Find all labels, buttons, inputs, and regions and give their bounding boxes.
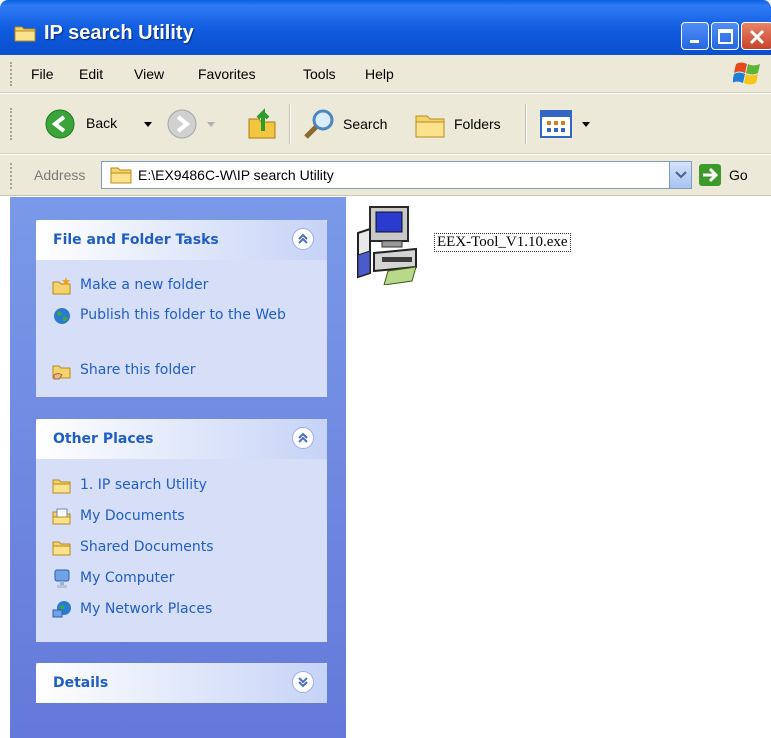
menu-file[interactable]: File [31,66,54,82]
back-label: Back [86,115,118,131]
menu-tools[interactable]: Tools [303,66,336,82]
dropdown-arrow-icon[interactable] [581,121,591,129]
menu-favorites[interactable]: Favorites [198,66,256,82]
chevron-down-icon [675,171,687,179]
menu-edit[interactable]: Edit [79,66,103,82]
address-label: Address [34,167,86,183]
menu-view[interactable]: View [134,66,164,82]
maximize-icon [718,29,733,44]
title-bar: IP search Utility [0,0,771,55]
standard-toolbar: Back Search Folders [0,94,771,154]
window-title: IP search Utility [44,22,194,44]
toolbar-separator [289,104,290,144]
place-label: Shared Documents [80,539,214,555]
dropdown-arrow-icon[interactable] [206,121,216,129]
other-places-panel: Other Places 1. IP search Utility My Doc… [36,419,327,642]
dropdown-arrow-icon[interactable] [143,121,153,129]
search-button[interactable]: Search [302,107,402,141]
installer-exe-icon [357,206,417,285]
maximize-button[interactable] [711,22,739,50]
task-pane: File and Folder Tasks Make a new folder … [10,197,346,738]
menu-grip[interactable] [10,62,12,86]
task-label: Make a new folder [80,277,209,293]
chevron-down-double-icon [298,677,308,688]
panel-header[interactable]: Details [36,663,327,703]
views-icon [540,110,572,138]
minimize-button[interactable] [681,22,709,50]
forward-arrow-icon [167,109,197,139]
address-dropdown-button[interactable] [669,162,691,188]
toolbar-separator [525,104,526,144]
task-label: Publish this folder to the Web [80,307,286,323]
panel-header[interactable]: Other Places [36,419,327,459]
collapse-button[interactable] [292,427,314,449]
file-name: EEX-Tool_V1.10.exe [434,233,571,252]
address-value: E:\EX9486C-W\IP search Utility [138,167,334,183]
up-folder-icon [248,108,276,139]
chevron-up-double-icon [298,432,308,443]
go-button[interactable] [699,164,721,186]
globe-icon [54,308,70,324]
place-label: 1. IP search Utility [80,477,207,493]
folders-icon [415,115,445,138]
folders-label: Folders [454,116,501,132]
place-label: My Documents [80,508,185,524]
details-panel: Details [36,663,327,703]
place-label: My Network Places [80,601,213,617]
chevron-up-double-icon [298,233,308,244]
panel-header[interactable]: File and Folder Tasks [36,220,327,260]
minimize-icon [690,40,699,43]
folder-icon [14,26,36,42]
search-label: Search [343,116,388,132]
address-input[interactable]: E:\EX9486C-W\IP search Utility [101,161,692,189]
menu-bar: File Edit View Favorites Tools Help [0,55,771,93]
search-icon [304,109,334,139]
expand-button[interactable] [292,671,314,693]
address-bar: Address E:\EX9486C-W\IP search Utility G… [0,155,771,196]
panel-title: File and Folder Tasks [53,232,219,248]
my-computer-icon [54,569,70,588]
folder-icon [52,479,71,494]
new-folder-icon [52,277,71,295]
share-folder-icon [52,365,71,380]
back-arrow-icon [45,109,75,139]
folder-icon [110,167,132,184]
menu-help[interactable]: Help [365,66,394,82]
back-button[interactable]: Back [44,108,162,140]
windows-logo-icon [733,62,760,85]
collapse-button[interactable] [292,228,314,250]
my-documents-icon [52,508,71,525]
network-places-icon [52,601,71,618]
panel-title: Other Places [53,431,154,447]
folder-icon [52,541,71,556]
folders-button[interactable]: Folders [413,107,519,141]
forward-button[interactable] [166,108,216,140]
go-label[interactable]: Go [729,167,748,183]
go-arrow-icon [703,167,719,183]
file-folder-tasks-panel: File and Folder Tasks Make a new folder … [36,220,327,397]
views-button[interactable] [539,109,595,139]
close-icon [749,29,765,45]
panel-title: Details [53,675,109,691]
place-label: My Computer [80,570,175,586]
up-folder-button[interactable] [246,105,280,141]
address-grip[interactable] [10,163,12,189]
toolbar-grip[interactable] [10,108,12,140]
close-button[interactable] [741,22,771,50]
task-label: Share this folder [80,362,196,378]
